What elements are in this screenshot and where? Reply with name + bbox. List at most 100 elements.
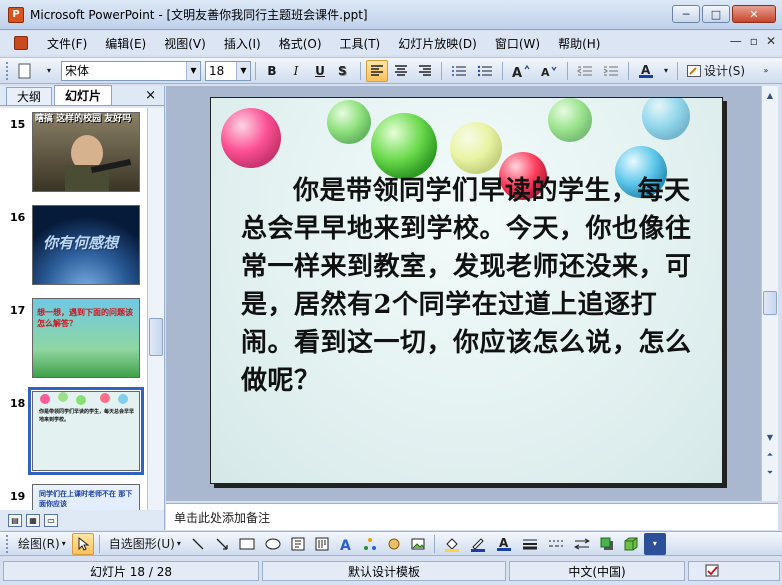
numbered-list-icon[interactable] — [447, 60, 471, 82]
slide-thumbnail-15[interactable]: 瞎搞 这样的校园 友好吗 — [32, 112, 140, 192]
powerpoint-app-icon[interactable]: P — [8, 6, 24, 23]
decrease-font-size-icon[interactable]: A — [536, 60, 562, 82]
font-color-dropdown-chevron-icon[interactable]: ▾ — [660, 60, 672, 82]
autoshapes-menu-button[interactable]: 自选图形(U) ▾ — [105, 533, 185, 555]
shadow-style-icon[interactable] — [596, 533, 618, 555]
menu-file[interactable]: 文件(F) — [38, 35, 96, 52]
toolbar-overflow-chevron-icon[interactable]: » — [755, 60, 777, 82]
scroll-down-icon[interactable]: ▼ — [763, 430, 777, 444]
arrow-tool-icon[interactable] — [211, 533, 233, 555]
shadow-text-icon[interactable]: SS — [333, 60, 355, 82]
scrollbar-thumb[interactable] — [763, 291, 777, 315]
menu-slideshow[interactable]: 幻灯片放映(D) — [389, 35, 486, 52]
bullet-list-icon[interactable] — [473, 60, 497, 82]
tab-slides[interactable]: 幻灯片 — [54, 85, 113, 105]
normal-view-icon[interactable]: ▤ — [8, 513, 22, 527]
slide-thumbnail-18[interactable]: 你是带领同学们早读的学生，每天总会早早地来到学校。 — [28, 387, 144, 475]
close-button[interactable]: ✕ — [732, 5, 776, 23]
chevron-down-icon[interactable]: ▼ — [186, 61, 200, 80]
maximize-button[interactable]: □ — [702, 5, 730, 23]
doc-minimize-button[interactable]: — — [730, 34, 742, 48]
document-window-controls: — ▫ ✕ — [730, 34, 776, 48]
align-left-icon[interactable] — [366, 59, 388, 82]
font-size-select[interactable]: 18 ▼ — [205, 60, 251, 81]
font-color-icon[interactable]: A — [492, 533, 516, 555]
wordart-tool-icon[interactable]: A — [335, 533, 357, 555]
vertical-textbox-tool-icon[interactable] — [311, 533, 333, 555]
toolbar-options-chevron-icon[interactable]: ▾ — [38, 60, 60, 82]
spell-check-icon — [705, 564, 719, 577]
scrollbar-thumb[interactable] — [149, 318, 163, 356]
slide-thumbnail-16[interactable]: 你有何感想 — [32, 205, 140, 285]
pane-tabs: 大纲 幻灯片 × — [0, 85, 164, 106]
font-color-icon[interactable]: A — [634, 60, 658, 82]
toolbar-grip[interactable] — [6, 534, 9, 553]
picture-tool-icon[interactable] — [407, 533, 429, 555]
slide-thumbnail-row[interactable]: 19 同学们在上课时老师不在 那下面你应该 — [0, 480, 147, 510]
3d-style-icon[interactable] — [620, 533, 642, 555]
new-document-icon[interactable] — [14, 60, 36, 82]
pane-close-icon[interactable]: × — [145, 88, 156, 103]
underline-button[interactable]: U — [309, 60, 331, 82]
menu-view[interactable]: 视图(V) — [155, 35, 215, 52]
slide-body-text[interactable]: 你是带领同学们早读的学生，每天总会早早地来到学校。今天，你也像往常一样来到教室，… — [241, 172, 696, 400]
slide-thumbnail-row[interactable]: 17 想一想，遇到下面的问题该怎么解答？ — [0, 294, 147, 384]
doc-restore-button[interactable]: ▫ — [750, 34, 758, 48]
align-right-icon[interactable] — [414, 60, 436, 82]
font-name-select[interactable]: 宋体 ▼ — [61, 60, 201, 81]
italic-button[interactable]: I — [285, 60, 307, 82]
doc-close-button[interactable]: ✕ — [766, 34, 776, 48]
decrease-indent-icon[interactable] — [573, 60, 597, 82]
drawing-toolbar: 绘图(R) ▾ 自选图形(U) ▾ A A ▾ — [0, 531, 782, 556]
slide-thumbnail-row[interactable]: 15 瞎搞 这样的校园 友好吗 — [0, 108, 147, 198]
toolbar-grip[interactable] — [6, 61, 9, 80]
drawbar-overflow-chevron-icon[interactable]: ▾ — [643, 532, 666, 555]
increase-indent-icon[interactable] — [599, 60, 623, 82]
slide-thumbnail-17[interactable]: 想一想，遇到下面的问题该怎么解答？ — [32, 298, 140, 378]
slide-area-scrollbar[interactable]: ▲ ▼ ⏶ ⏷ — [761, 86, 778, 501]
align-center-icon[interactable] — [390, 60, 412, 82]
slides-pane-scrollbar[interactable] — [147, 108, 164, 510]
slideshow-view-icon[interactable]: ▭ — [44, 513, 58, 527]
bold-button[interactable]: B — [261, 60, 283, 82]
menu-insert[interactable]: 插入(I) — [215, 35, 270, 52]
textbox-tool-icon[interactable] — [287, 533, 309, 555]
arrow-style-icon[interactable] — [570, 533, 594, 555]
select-objects-icon[interactable] — [71, 532, 94, 555]
current-slide[interactable]: 你是带领同学们早读的学生，每天总会早早地来到学校。今天，你也像往常一样来到教室，… — [210, 97, 723, 484]
tab-outline[interactable]: 大纲 — [6, 87, 53, 105]
slide-thumbnail-19[interactable]: 同学们在上课时老师不在 那下面你应该 — [32, 484, 140, 510]
slide-sorter-view-icon[interactable]: ▦ — [26, 513, 40, 527]
slide-design-button[interactable]: 设计(S) — [683, 60, 749, 82]
next-slide-icon[interactable]: ⏷ — [763, 466, 777, 480]
chevron-down-icon[interactable]: ▼ — [236, 61, 250, 80]
slide-thumbnail-row[interactable]: 18 你是带领同学们早读的学生，每天总会早早地来到学校。 — [0, 387, 147, 477]
line-tool-icon[interactable] — [187, 533, 209, 555]
line-style-icon[interactable] — [518, 533, 542, 555]
scroll-up-icon[interactable]: ▲ — [763, 88, 777, 102]
menu-window[interactable]: 窗口(W) — [486, 35, 549, 52]
toolbar-separator — [98, 534, 100, 553]
menu-edit[interactable]: 编辑(E) — [96, 35, 155, 52]
status-bar: 幻灯片 18 / 28 默认设计模板 中文(中国) — [0, 557, 782, 585]
menu-format[interactable]: 格式(O) — [270, 35, 331, 52]
dash-style-icon[interactable] — [544, 533, 568, 555]
line-color-icon[interactable] — [466, 533, 490, 555]
previous-slide-icon[interactable]: ⏶ — [763, 448, 777, 462]
menu-bar: 文件(F) 编辑(E) 视图(V) 插入(I) 格式(O) 工具(T) 幻灯片放… — [0, 31, 782, 55]
notes-pane[interactable]: 单击此处添加备注 — [166, 503, 778, 530]
increase-font-size-icon[interactable]: A — [508, 60, 534, 82]
toolbar-separator — [441, 61, 442, 80]
menu-tools[interactable]: 工具(T) — [331, 35, 390, 52]
minimize-button[interactable]: ─ — [672, 5, 700, 23]
document-icon[interactable] — [14, 36, 28, 50]
slide-thumbnail-list[interactable]: 15 瞎搞 这样的校园 友好吗 16 你有何感想 17 想一想，遇到下面的问题该… — [0, 108, 147, 510]
fill-color-icon[interactable] — [440, 533, 464, 555]
rectangle-tool-icon[interactable] — [235, 533, 259, 555]
draw-menu-button[interactable]: 绘图(R) ▾ — [14, 533, 70, 555]
oval-tool-icon[interactable] — [261, 533, 285, 555]
menu-help[interactable]: 帮助(H) — [549, 35, 609, 52]
slide-thumbnail-row[interactable]: 16 你有何感想 — [0, 201, 147, 291]
diagram-tool-icon[interactable] — [359, 533, 381, 555]
clipart-tool-icon[interactable] — [383, 533, 405, 555]
